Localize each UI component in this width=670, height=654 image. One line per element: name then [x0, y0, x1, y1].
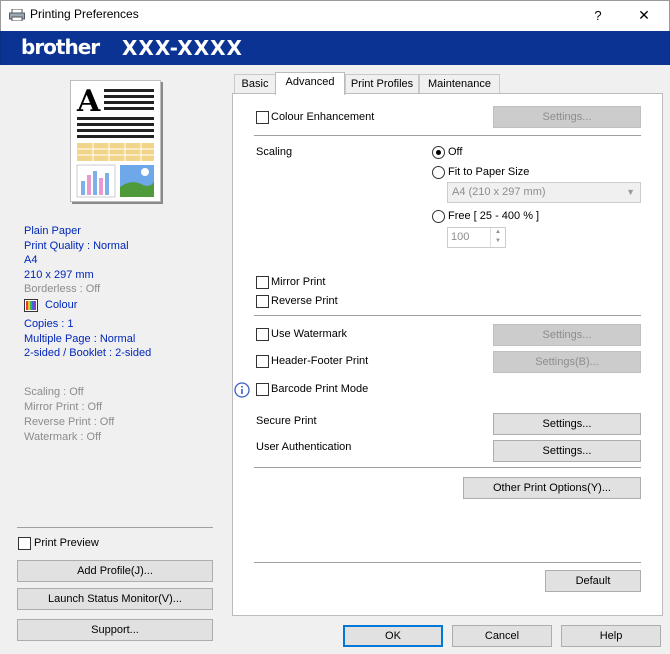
summary-colour: Colour	[45, 299, 78, 311]
scaling-off-label: Off	[448, 146, 463, 158]
printer-model: XXX-XXXX	[122, 36, 243, 60]
tab-advanced[interactable]: Advanced	[275, 72, 345, 95]
tab-basic[interactable]: Basic	[234, 74, 276, 94]
mirror-print-label: Mirror Print	[271, 276, 326, 288]
other-print-options-button[interactable]: Other Print Options(Y)...	[463, 477, 641, 499]
add-profile-button[interactable]: Add Profile(J)...	[17, 560, 213, 582]
brand-banner: brother XXX-XXXX	[0, 31, 670, 65]
secure-print-label: Secure Print	[256, 415, 317, 427]
section-separator	[254, 135, 641, 136]
user-auth-settings-button[interactable]: Settings...	[493, 440, 641, 462]
launch-status-monitor-button[interactable]: Launch Status Monitor(V)...	[17, 588, 213, 610]
header-footer-label: Header-Footer Print	[271, 355, 369, 367]
support-button[interactable]: Support...	[17, 619, 213, 641]
free-scaling-stepper[interactable]: 100 ▲ ▼	[447, 227, 506, 248]
stepper-arrows-icon[interactable]: ▲ ▼	[490, 228, 505, 247]
chevron-down-icon: ▼	[626, 187, 635, 197]
colour-icon	[24, 299, 38, 312]
header-footer-settings-button[interactable]: Settings(B)...	[493, 351, 641, 373]
summary-borderless: Borderless : Off	[24, 283, 101, 295]
scaling-fit-label: Fit to Paper Size	[448, 166, 530, 178]
secure-print-settings-button[interactable]: Settings...	[493, 413, 641, 435]
print-preview-label: Print Preview	[34, 537, 99, 549]
scaling-off-radio[interactable]	[432, 146, 445, 159]
mirror-print-checkbox[interactable]	[256, 276, 269, 289]
section-separator	[254, 467, 641, 468]
summary-copies: Copies : 1	[24, 318, 74, 330]
window-title: Printing Preferences	[30, 7, 139, 21]
page-preview-image: A	[76, 84, 154, 198]
use-watermark-label: Use Watermark	[271, 328, 347, 340]
free-scaling-value: 100	[451, 231, 470, 243]
colour-enhancement-checkbox[interactable]	[256, 111, 269, 124]
colour-enhancement-label: Colour Enhancement	[271, 111, 375, 123]
summary-media-type: Plain Paper	[24, 225, 81, 237]
reverse-print-checkbox[interactable]	[256, 295, 269, 308]
help-title-button[interactable]: ?	[575, 1, 621, 30]
print-preview-checkbox[interactable]	[18, 537, 31, 550]
user-auth-label: User Authentication	[256, 441, 352, 453]
default-button[interactable]: Default	[545, 570, 641, 592]
watermark-settings-button[interactable]: Settings...	[493, 324, 641, 346]
svg-text:A: A	[76, 84, 101, 119]
summary-two-sided: 2-sided / Booklet : 2-sided	[24, 347, 152, 359]
use-watermark-checkbox[interactable]	[256, 328, 269, 341]
summary-watermark: Watermark : Off	[24, 431, 102, 443]
left-separator	[17, 527, 213, 528]
help-button[interactable]: Help	[561, 625, 661, 647]
tab-maintenance[interactable]: Maintenance	[419, 74, 500, 94]
summary-scaling: Scaling : Off	[24, 386, 84, 398]
section-separator	[254, 562, 641, 563]
summary-mirror: Mirror Print : Off	[24, 401, 103, 413]
section-separator	[254, 315, 641, 316]
barcode-mode-checkbox[interactable]	[256, 383, 269, 396]
barcode-mode-label: Barcode Print Mode	[271, 383, 369, 395]
scaling-free-radio[interactable]	[432, 210, 445, 223]
close-button[interactable]: ✕	[621, 1, 667, 30]
reverse-print-label: Reverse Print	[271, 295, 338, 307]
header-footer-checkbox[interactable]	[256, 355, 269, 368]
summary-multiple-page: Multiple Page : Normal	[24, 333, 136, 345]
tab-print-profiles[interactable]: Print Profiles	[345, 74, 419, 94]
paper-size-value: A4 (210 x 297 mm)	[452, 186, 546, 198]
scaling-label: Scaling	[256, 146, 293, 158]
summary-print-quality: Print Quality : Normal	[24, 240, 129, 252]
brand-logo: brother	[21, 35, 100, 59]
scaling-fit-radio[interactable]	[432, 166, 445, 179]
scaling-free-label: Free [ 25 - 400 % ]	[448, 210, 540, 222]
summary-paper-size: A4	[24, 254, 38, 266]
paper-size-select[interactable]: A4 (210 x 297 mm) ▼	[447, 182, 641, 203]
colour-enhancement-settings-button[interactable]: Settings...	[493, 106, 641, 128]
page-preview: A	[70, 80, 161, 202]
summary-reverse: Reverse Print : Off	[24, 416, 115, 428]
cancel-button[interactable]: Cancel	[452, 625, 552, 647]
printer-icon	[9, 9, 25, 21]
ok-button[interactable]: OK	[343, 625, 443, 647]
info-icon[interactable]	[234, 382, 250, 398]
summary-paper-dims: 210 x 297 mm	[24, 269, 94, 281]
